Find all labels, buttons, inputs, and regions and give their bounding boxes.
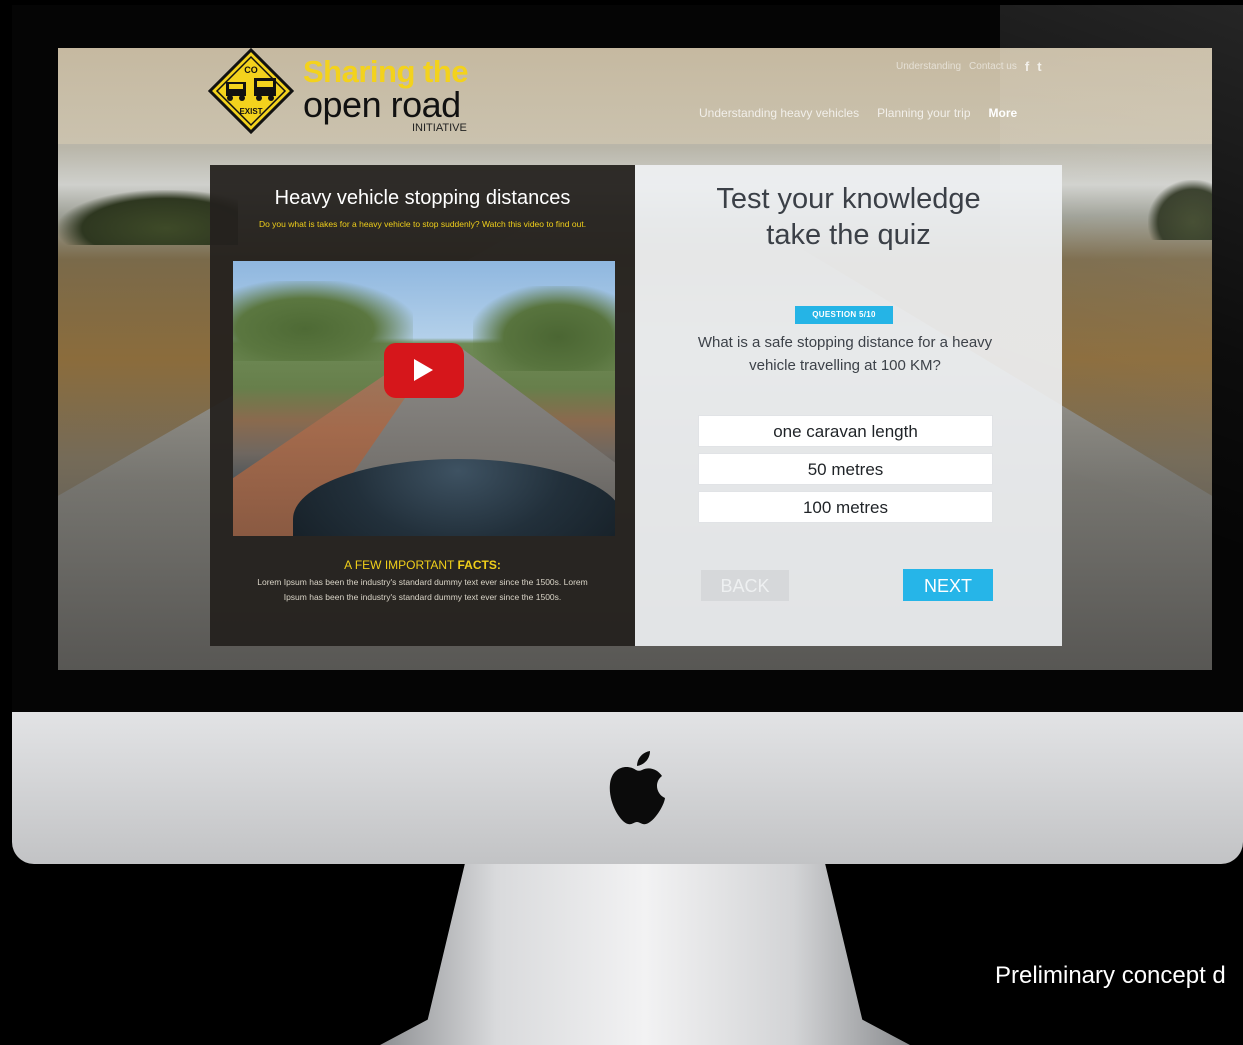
answer-option-3[interactable]: 100 metres — [698, 491, 993, 523]
quiz-title: Test your knowledge take the quiz — [635, 181, 1062, 253]
facebook-icon[interactable]: f — [1025, 59, 1029, 74]
video-panel: Heavy vehicle stopping distances Do you … — [210, 165, 635, 646]
top-link-contact[interactable]: Contact us — [969, 61, 1017, 72]
logo-sign-bottom: EXIST — [239, 107, 262, 116]
nav-item-understanding[interactable]: Understanding heavy vehicles — [699, 106, 859, 120]
video-subtitle: Do you what is takes for a heavy vehicle… — [258, 219, 587, 229]
thumbnail-trees-right — [473, 286, 615, 371]
video-title: Heavy vehicle stopping distances — [274, 187, 571, 209]
question-text: What is a safe stopping distance for a h… — [697, 334, 993, 374]
play-icon — [414, 359, 433, 381]
answer-option-2[interactable]: 50 metres — [698, 453, 993, 485]
video-thumbnail[interactable] — [233, 261, 615, 536]
nav-item-planning[interactable]: Planning your trip — [877, 106, 970, 120]
top-link-understanding[interactable]: Understanding — [896, 61, 961, 72]
facts-heading: A FEW IMPORTANT FACTS: — [210, 558, 635, 572]
back-button[interactable]: BACK — [701, 570, 789, 601]
video-play-button[interactable] — [384, 343, 464, 398]
logo-sign-icon[interactable]: CO EXIST — [208, 48, 294, 134]
logo-sign-top: CO — [244, 65, 258, 75]
nav-item-more[interactable]: More — [989, 106, 1018, 120]
website-screen: CO EXIST Sharing the open road INITIATIV… — [58, 48, 1212, 670]
logo-title-line2: open road — [303, 84, 461, 125]
monitor-stand — [380, 864, 910, 1045]
next-button[interactable]: NEXT — [903, 569, 993, 601]
facts-body: Lorem Ipsum has been the industry's stan… — [257, 577, 588, 602]
answer-option-1[interactable]: one caravan length — [698, 415, 993, 447]
main-nav: Understanding heavy vehicles Planning yo… — [699, 106, 1017, 120]
twitter-icon[interactable]: t — [1037, 59, 1041, 74]
caption-text: Preliminary concept d — [995, 962, 1226, 989]
background-trees-right — [1148, 180, 1212, 240]
quiz-title-line1: Test your knowledge — [716, 183, 981, 215]
quiz-title-line2: take the quiz — [766, 219, 931, 251]
facts-heading-bold: FACTS: — [457, 558, 501, 572]
top-links: Understanding Contact us f t — [896, 59, 1042, 74]
quiz-panel: Test your knowledge take the quiz QUESTI… — [635, 165, 1062, 646]
question-counter-badge: QUESTION 5/10 — [795, 306, 893, 324]
apple-icon — [609, 751, 665, 825]
facts-heading-prefix: A FEW IMPORTANT — [344, 558, 458, 572]
logo-subtitle: INITIATIVE — [412, 122, 467, 134]
